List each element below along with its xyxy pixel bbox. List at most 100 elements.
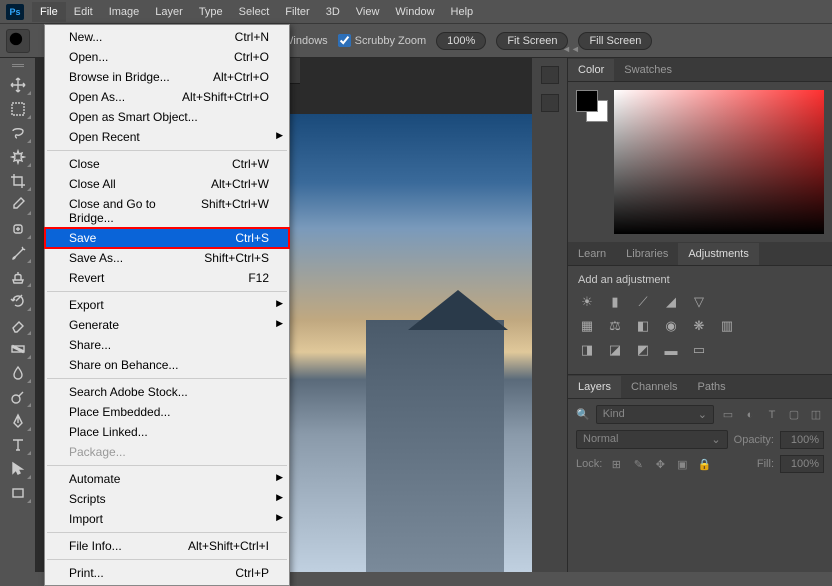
- opacity-input[interactable]: 100%: [780, 431, 824, 449]
- menu-item-import[interactable]: Import▶: [45, 509, 289, 529]
- photo-filter-icon[interactable]: ◉: [662, 318, 680, 334]
- menu-item-automate[interactable]: Automate▶: [45, 469, 289, 489]
- lock-all-icon[interactable]: 🔒: [696, 457, 712, 471]
- filter-smart-icon[interactable]: ◫: [808, 408, 824, 422]
- menu-select[interactable]: Select: [231, 2, 278, 22]
- zoom-tool-icon[interactable]: [6, 29, 30, 53]
- brush-tool[interactable]: [4, 242, 32, 264]
- menu-file[interactable]: File: [32, 2, 66, 22]
- panel-icon[interactable]: [541, 66, 559, 84]
- menu-item-place-linked[interactable]: Place Linked...: [45, 422, 289, 442]
- menu-item-share[interactable]: Share...: [45, 335, 289, 355]
- move-tool[interactable]: [4, 74, 32, 96]
- menu-view[interactable]: View: [348, 2, 388, 22]
- menu-item-export[interactable]: Export▶: [45, 295, 289, 315]
- tab-paths[interactable]: Paths: [688, 376, 736, 398]
- zoom-percent[interactable]: 100%: [436, 32, 486, 50]
- quick-select-tool[interactable]: [4, 146, 32, 168]
- eyedropper-tool[interactable]: [4, 194, 32, 216]
- clone-stamp-tool[interactable]: [4, 266, 32, 288]
- menu-item-save[interactable]: SaveCtrl+S: [45, 228, 289, 248]
- search-icon[interactable]: 🔍: [576, 408, 590, 421]
- hue-icon[interactable]: ▦: [578, 318, 596, 334]
- gradient-map-icon[interactable]: ▬: [662, 342, 680, 358]
- dodge-tool[interactable]: [4, 386, 32, 408]
- menu-item-save-as[interactable]: Save As...Shift+Ctrl+S: [45, 248, 289, 268]
- lasso-tool[interactable]: [4, 122, 32, 144]
- tab-layers[interactable]: Layers: [568, 376, 621, 398]
- collapsed-panel-strip[interactable]: ◄◄: [532, 58, 568, 572]
- levels-icon[interactable]: ▮: [606, 294, 624, 310]
- canvas[interactable]: [256, 114, 532, 572]
- scrubby-zoom-checkbox[interactable]: Scrubby Zoom: [338, 34, 427, 47]
- menu-item-print[interactable]: Print...Ctrl+P: [45, 563, 289, 583]
- marquee-tool[interactable]: [4, 98, 32, 120]
- filter-type-icon[interactable]: T: [764, 408, 780, 422]
- lock-artboard-icon[interactable]: ▣: [674, 457, 690, 471]
- lock-trans-icon[interactable]: ⊞: [608, 457, 624, 471]
- brightness-icon[interactable]: ☀: [578, 294, 596, 310]
- menu-item-revert[interactable]: RevertF12: [45, 268, 289, 288]
- menu-type[interactable]: Type: [191, 2, 231, 22]
- fill-screen-button[interactable]: Fill Screen: [578, 32, 652, 50]
- fit-screen-button[interactable]: Fit Screen: [496, 32, 568, 50]
- tab-swatches[interactable]: Swatches: [614, 59, 682, 81]
- blur-tool[interactable]: [4, 362, 32, 384]
- menu-item-open[interactable]: Open...Ctrl+O: [45, 47, 289, 67]
- tab-adjustments[interactable]: Adjustments: [678, 243, 759, 265]
- menu-item-close[interactable]: CloseCtrl+W: [45, 154, 289, 174]
- lock-image-icon[interactable]: ✎: [630, 457, 646, 471]
- menu-item-file-info[interactable]: File Info...Alt+Shift+Ctrl+I: [45, 536, 289, 556]
- channel-mixer-icon[interactable]: ❋: [690, 318, 708, 334]
- menu-item-generate[interactable]: Generate▶: [45, 315, 289, 335]
- bw-icon[interactable]: ◧: [634, 318, 652, 334]
- filter-image-icon[interactable]: ▭: [720, 408, 736, 422]
- path-select-tool[interactable]: [4, 458, 32, 480]
- threshold-icon[interactable]: ◩: [634, 342, 652, 358]
- menu-item-browse-in-bridge[interactable]: Browse in Bridge...Alt+Ctrl+O: [45, 67, 289, 87]
- menu-item-share-on-behance[interactable]: Share on Behance...: [45, 355, 289, 375]
- kind-filter[interactable]: Kind⌄: [596, 405, 714, 424]
- blend-mode-select[interactable]: Normal⌄: [576, 430, 728, 449]
- collapse-arrow-icon[interactable]: ◄◄: [562, 44, 580, 54]
- invert-icon[interactable]: ◨: [578, 342, 596, 358]
- menu-item-open-as[interactable]: Open As...Alt+Shift+Ctrl+O: [45, 87, 289, 107]
- curves-icon[interactable]: ⟋: [634, 294, 652, 310]
- filter-adjust-icon[interactable]: ◐: [742, 408, 758, 422]
- color-lookup-icon[interactable]: ▥: [718, 318, 736, 334]
- menu-item-open-recent[interactable]: Open Recent▶: [45, 127, 289, 147]
- menu-item-place-embedded[interactable]: Place Embedded...: [45, 402, 289, 422]
- menu-item-search-adobe-stock[interactable]: Search Adobe Stock...: [45, 382, 289, 402]
- fill-input[interactable]: 100%: [780, 455, 824, 473]
- color-picker[interactable]: [614, 90, 824, 234]
- menu-layer[interactable]: Layer: [147, 2, 191, 22]
- filter-shape-icon[interactable]: ▢: [786, 408, 802, 422]
- type-tool[interactable]: [4, 434, 32, 456]
- menu-image[interactable]: Image: [101, 2, 148, 22]
- toolbox-grip[interactable]: [12, 64, 24, 69]
- pen-tool[interactable]: [4, 410, 32, 432]
- rectangle-tool[interactable]: [4, 482, 32, 504]
- lock-pos-icon[interactable]: ✥: [652, 457, 668, 471]
- gradient-tool[interactable]: [4, 338, 32, 360]
- tab-channels[interactable]: Channels: [621, 376, 687, 398]
- healing-brush-tool[interactable]: [4, 218, 32, 240]
- tab-color[interactable]: Color: [568, 59, 614, 81]
- menu-item-new[interactable]: New...Ctrl+N: [45, 27, 289, 47]
- menu-window[interactable]: Window: [387, 2, 442, 22]
- crop-tool[interactable]: [4, 170, 32, 192]
- tab-libraries[interactable]: Libraries: [616, 243, 678, 265]
- fg-bg-swatch[interactable]: [576, 90, 608, 122]
- balance-icon[interactable]: ⚖: [606, 318, 624, 334]
- menu-filter[interactable]: Filter: [277, 2, 317, 22]
- eraser-tool[interactable]: [4, 314, 32, 336]
- menu-3d[interactable]: 3D: [318, 2, 348, 22]
- posterize-icon[interactable]: ◪: [606, 342, 624, 358]
- menu-help[interactable]: Help: [443, 2, 482, 22]
- tab-learn[interactable]: Learn: [568, 243, 616, 265]
- panel-icon[interactable]: [541, 94, 559, 112]
- vibrance-icon[interactable]: ▽: [690, 294, 708, 310]
- menu-item-close-and-go-to-bridge[interactable]: Close and Go to Bridge...Shift+Ctrl+W: [45, 194, 289, 228]
- history-brush-tool[interactable]: [4, 290, 32, 312]
- menu-item-close-all[interactable]: Close AllAlt+Ctrl+W: [45, 174, 289, 194]
